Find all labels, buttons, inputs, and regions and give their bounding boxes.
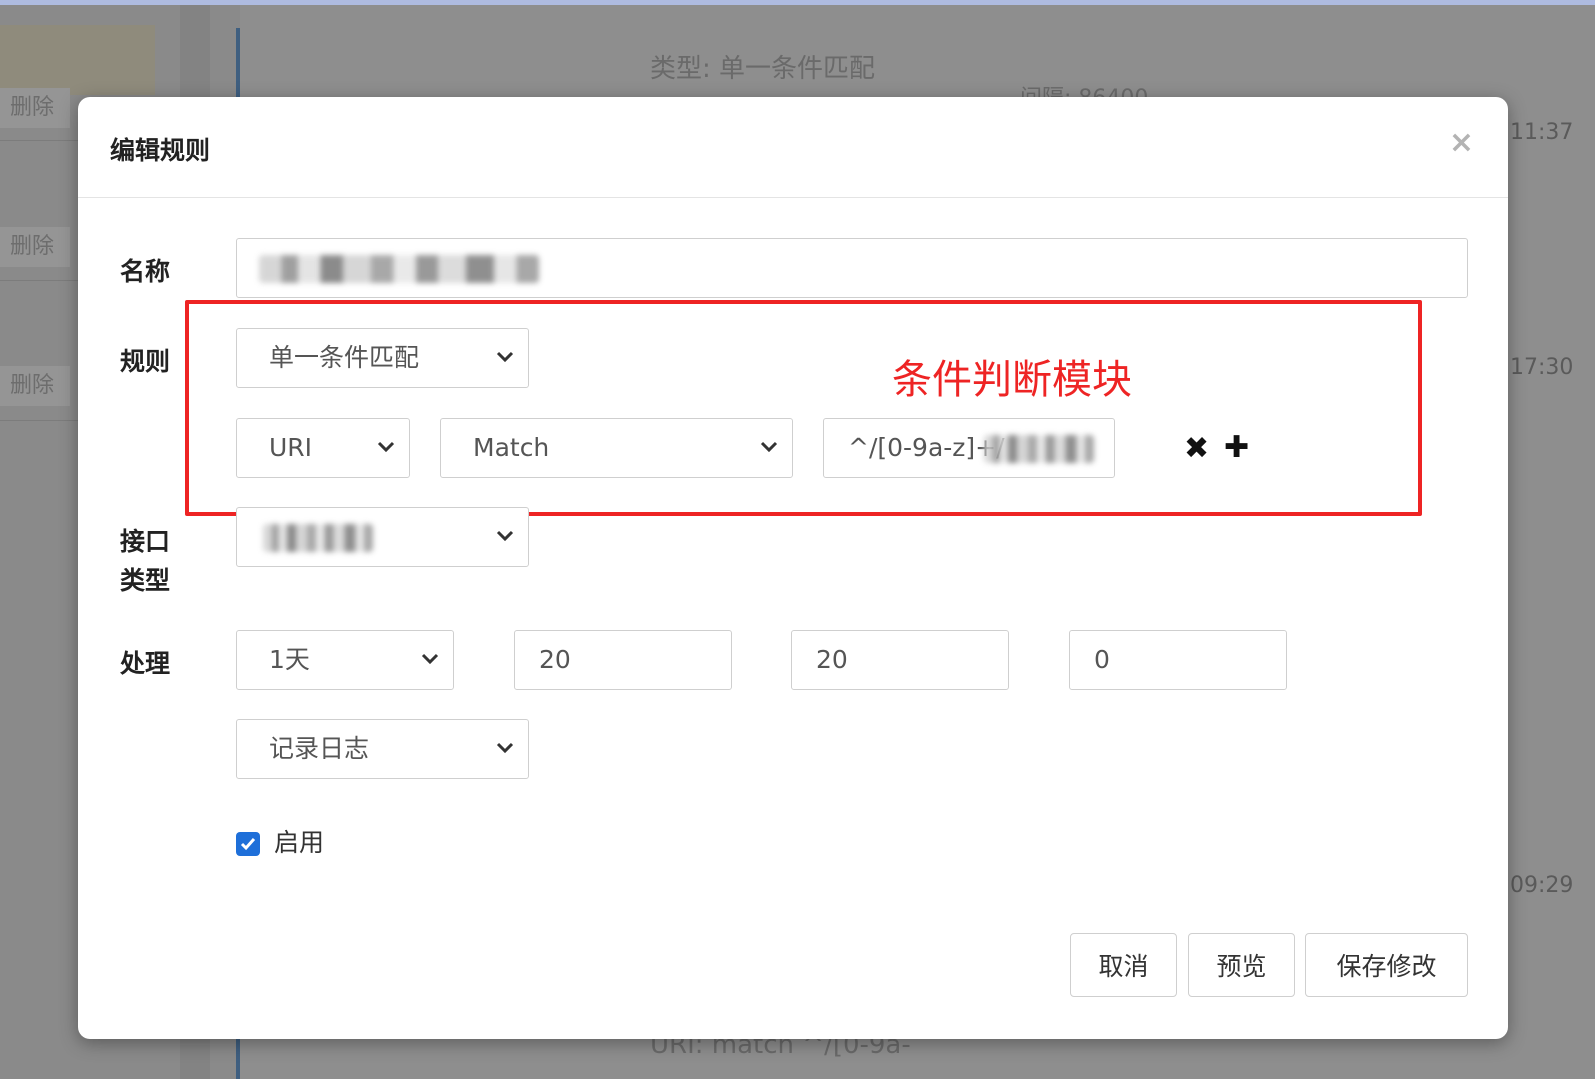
handle-value1: 20	[539, 645, 571, 674]
background-type-text: 类型: 单一条件匹配	[650, 54, 876, 84]
background-delete-button[interactable]: 删除	[0, 366, 70, 406]
background-delete-button[interactable]: 删除	[0, 88, 70, 128]
period-value: 1天	[269, 645, 310, 674]
modal-title: 编辑规则	[110, 136, 211, 165]
period-select[interactable]: 1天	[236, 630, 454, 690]
annotation-label: 条件判断模块	[892, 357, 1132, 403]
handle-value3-input[interactable]: 0	[1069, 630, 1287, 690]
handle-label: 处理	[120, 649, 171, 678]
save-button[interactable]: 保存修改	[1305, 933, 1468, 997]
enable-label: 启用	[274, 828, 325, 857]
cancel-button[interactable]: 取消	[1070, 933, 1177, 997]
close-icon[interactable]: ×	[1449, 127, 1474, 159]
handle-value1-input[interactable]: 20	[514, 630, 732, 690]
handle-value2-input[interactable]: 20	[791, 630, 1009, 690]
background-delete-button[interactable]: 删除	[0, 227, 70, 267]
enable-checkbox[interactable]	[236, 832, 260, 856]
chevron-down-icon	[496, 527, 514, 545]
background-time: 11:37	[1510, 120, 1574, 145]
name-input[interactable]	[236, 238, 1468, 298]
handle-value3: 0	[1094, 645, 1110, 674]
chevron-down-icon	[496, 739, 514, 757]
redacted-name-value	[259, 255, 539, 283]
header-divider	[78, 197, 1508, 198]
rule-label: 规则	[120, 347, 171, 376]
interface-type-label-line1: 接口	[120, 527, 171, 556]
handle-value2: 20	[816, 645, 848, 674]
background-time: 09:29	[1510, 873, 1574, 898]
background-time: 17:30	[1510, 355, 1574, 380]
redacted-interface-type	[263, 524, 373, 552]
edit-rule-modal: 编辑规则 × 名称 规则 单一条件匹配 URI Match ^/[0-9a-z]…	[78, 97, 1508, 1039]
name-label: 名称	[120, 257, 171, 286]
annotation-box	[185, 300, 1422, 516]
check-icon	[240, 838, 256, 851]
interface-type-select[interactable]	[236, 507, 529, 567]
preview-button[interactable]: 预览	[1188, 933, 1295, 997]
action-select[interactable]: 记录日志	[236, 719, 529, 779]
chevron-down-icon	[421, 650, 439, 668]
action-value: 记录日志	[269, 734, 370, 763]
interface-type-label-line2: 类型	[120, 566, 171, 595]
